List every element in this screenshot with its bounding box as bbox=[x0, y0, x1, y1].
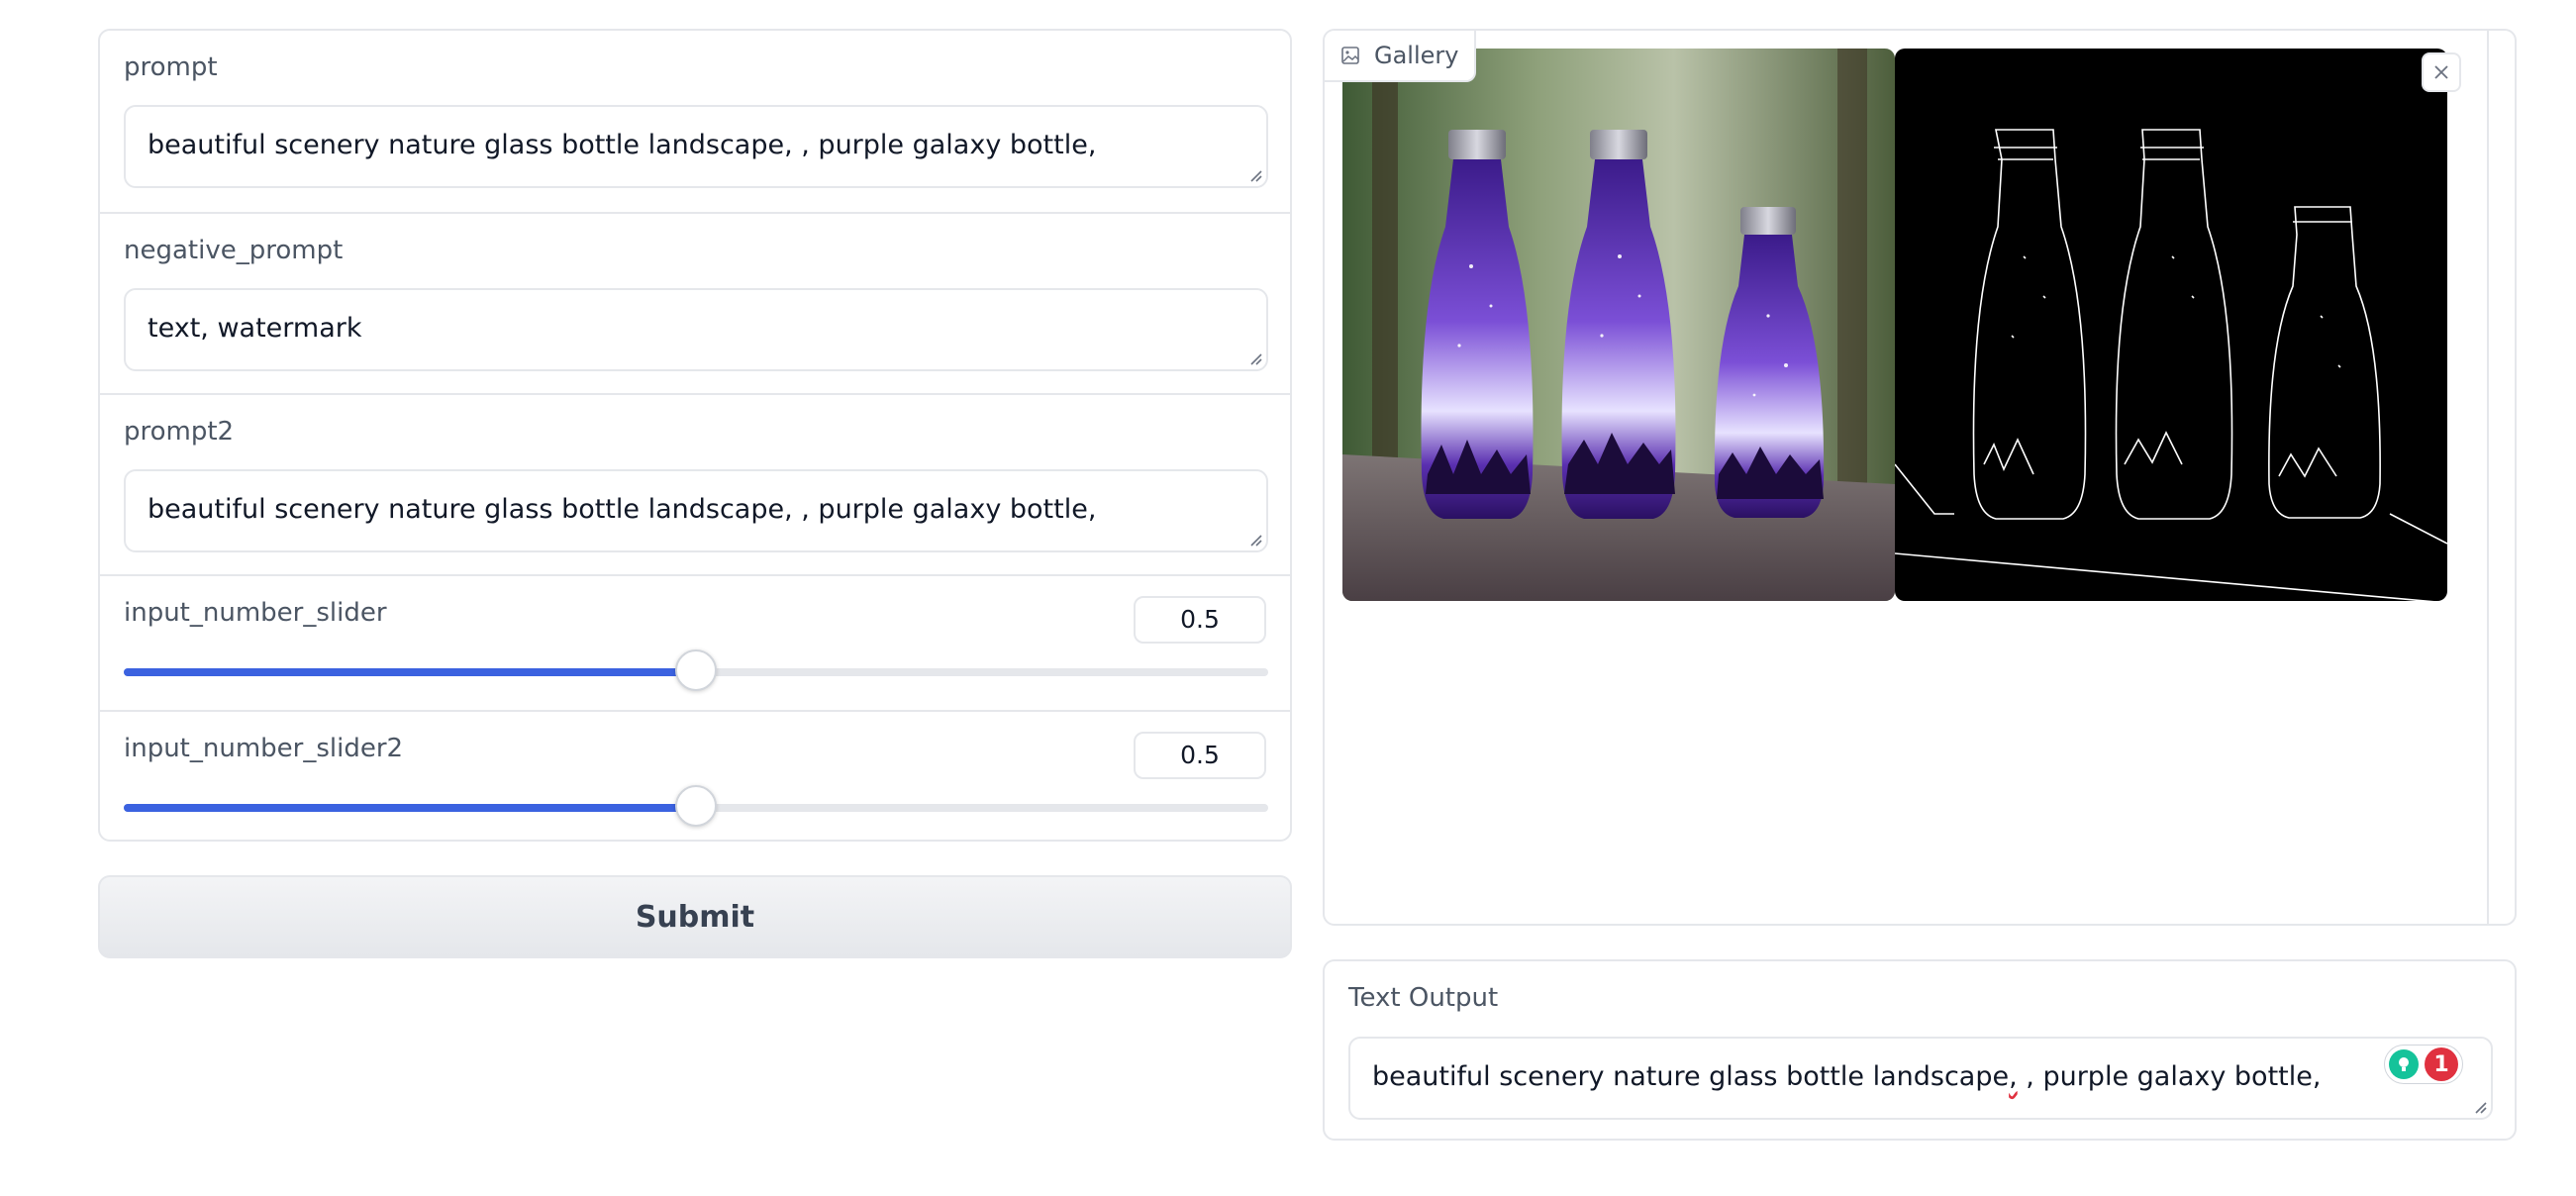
resize-grip-icon[interactable] bbox=[1246, 531, 1262, 547]
prompt-input[interactable]: beautiful scenery nature glass bottle la… bbox=[124, 105, 1268, 188]
gallery-scrollbar[interactable] bbox=[2487, 31, 2489, 924]
close-icon bbox=[2434, 65, 2448, 79]
resize-grip-icon[interactable] bbox=[2471, 1098, 2487, 1114]
text-output-field[interactable]: beautiful scenery nature glass bottle la… bbox=[1348, 1037, 2493, 1120]
app-root: prompt beautiful scenery nature glass bo… bbox=[0, 0, 2576, 1196]
resize-grip-icon[interactable] bbox=[1246, 166, 1262, 182]
slider2-track[interactable] bbox=[124, 785, 1268, 827]
slider2-thumb[interactable] bbox=[675, 785, 717, 827]
grammar-suggestion-icon[interactable] bbox=[2389, 1049, 2419, 1079]
prompt-label: prompt bbox=[124, 52, 218, 82]
slider1-number-input[interactable]: 0.5 bbox=[1134, 596, 1266, 644]
negative-prompt-input[interactable]: text, watermark bbox=[124, 288, 1268, 371]
grammar-flagged-text[interactable]: , bbox=[2009, 1061, 2018, 1092]
slider1-label: input_number_slider bbox=[124, 598, 387, 628]
grammar-checker-widget[interactable]: 1 bbox=[2384, 1045, 2463, 1084]
text-output-panel: Text Output beautiful scenery nature gla… bbox=[1323, 959, 2517, 1141]
slider1-block: input_number_slider 0.5 bbox=[100, 574, 1290, 710]
prompt2-label: prompt2 bbox=[124, 417, 235, 447]
gallery-label: Gallery bbox=[1374, 42, 1459, 69]
gallery-tag: Gallery bbox=[1325, 31, 1477, 82]
text-output-value-start: beautiful scenery nature glass bottle la… bbox=[1372, 1061, 2010, 1092]
bottles-photo-image bbox=[1342, 49, 1895, 601]
grammar-issue-count-badge[interactable]: 1 bbox=[2425, 1047, 2458, 1081]
close-gallery-preview-button[interactable] bbox=[2422, 52, 2461, 92]
submit-button[interactable]: Submit bbox=[98, 875, 1292, 958]
prompt-input-text: beautiful scenery nature glass bottle la… bbox=[148, 130, 1097, 160]
prompt2-input-text: beautiful scenery nature glass bottle la… bbox=[148, 494, 1097, 525]
bulb-icon bbox=[2399, 1057, 2409, 1071]
image-icon bbox=[1341, 47, 1359, 64]
prompt-block: prompt beautiful scenery nature glass bo… bbox=[100, 31, 1290, 212]
input-panel: prompt beautiful scenery nature glass bo… bbox=[98, 29, 1292, 842]
gallery-thumbnail-photo[interactable] bbox=[1342, 49, 1895, 601]
gallery-thumbnail-edges[interactable] bbox=[1895, 49, 2447, 601]
slider1-thumb[interactable] bbox=[675, 649, 717, 691]
negative-prompt-label: negative_prompt bbox=[124, 236, 344, 265]
slider2-fill bbox=[124, 804, 696, 812]
prompt2-input[interactable]: beautiful scenery nature glass bottle la… bbox=[124, 469, 1268, 552]
prompt2-block: prompt2 beautiful scenery nature glass b… bbox=[100, 393, 1290, 574]
slider1-track[interactable] bbox=[124, 649, 1268, 691]
gallery-panel: Gallery bbox=[1323, 29, 2517, 926]
text-output-label: Text Output bbox=[1348, 983, 1499, 1013]
negative-prompt-block: negative_prompt text, watermark bbox=[100, 212, 1290, 393]
slider2-label: input_number_slider2 bbox=[124, 734, 404, 763]
bottles-edge-map-image bbox=[1895, 49, 2447, 601]
negative-prompt-input-text: text, watermark bbox=[148, 313, 362, 344]
slider2-block: input_number_slider2 0.5 bbox=[100, 710, 1290, 840]
text-output-value-end: , purple galaxy bottle, bbox=[2017, 1061, 2322, 1092]
slider1-fill bbox=[124, 668, 696, 676]
slider2-number-input[interactable]: 0.5 bbox=[1134, 732, 1266, 779]
resize-grip-icon[interactable] bbox=[1246, 349, 1262, 365]
